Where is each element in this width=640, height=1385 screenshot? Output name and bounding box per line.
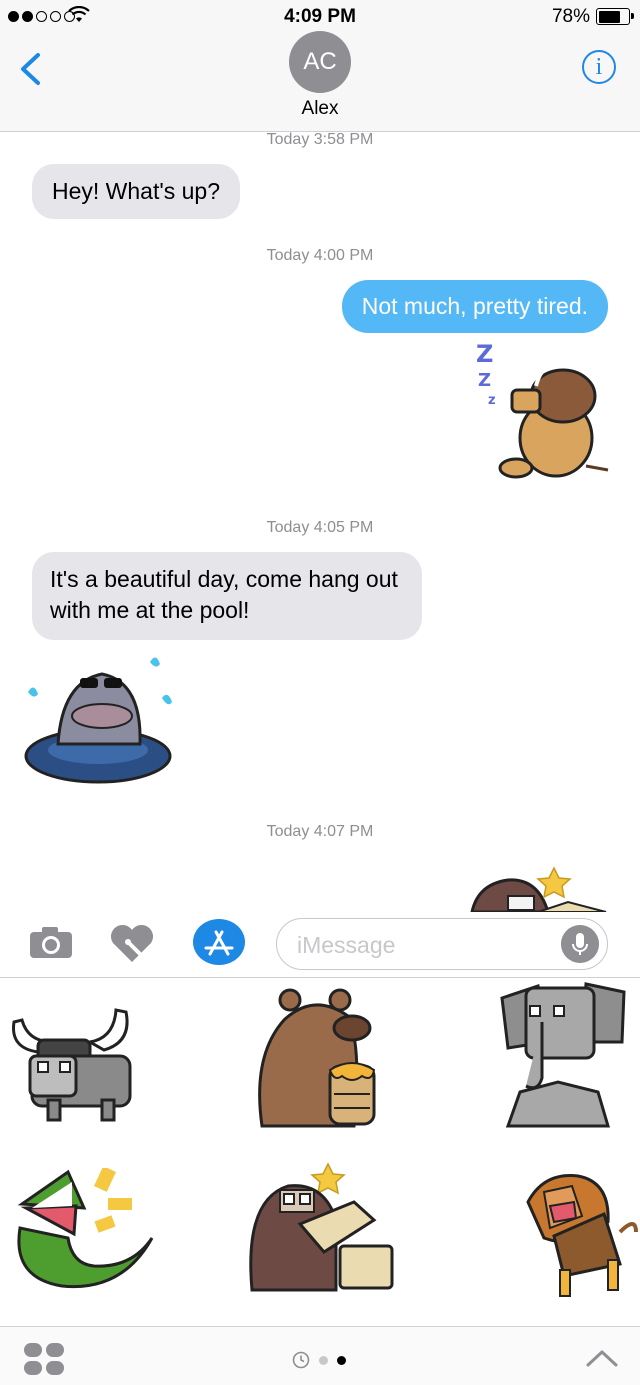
app-grid-icon[interactable] <box>24 1343 66 1375</box>
message-input-placeholder: iMessage <box>297 932 396 958</box>
recents-clock-icon[interactable] <box>292 1351 310 1369</box>
gorilla-sticker[interactable] <box>244 1160 394 1295</box>
page-dot[interactable] <box>319 1355 328 1365</box>
svg-text:Z: Z <box>476 340 493 368</box>
timestamp: Today 4:00 PM <box>266 247 374 264</box>
app-store-icon[interactable] <box>192 918 246 966</box>
info-icon[interactable]: i <box>582 50 616 84</box>
incoming-message[interactable]: Hey! What's up? <box>32 164 241 219</box>
outgoing-message[interactable]: Not much, pretty tired. <box>341 280 608 333</box>
svg-text:z: z <box>488 393 496 408</box>
compose-toolbar: iMessage <box>0 912 640 978</box>
expand-chevron-up-icon[interactable] <box>586 1349 618 1367</box>
incoming-message[interactable]: It's a beautiful day, come hang out with… <box>32 552 422 640</box>
status-time: 4:09 PM <box>284 6 356 27</box>
timestamp: Today 4:07 PM <box>266 823 374 840</box>
status-bar: 4:09 PM 78% <box>0 0 640 34</box>
camera-icon[interactable] <box>28 924 74 960</box>
digital-touch-heart-icon[interactable] <box>108 922 156 964</box>
page-indicator[interactable] <box>292 1351 346 1369</box>
crocodile-sticker[interactable] <box>12 1168 162 1298</box>
page-dot-active[interactable] <box>337 1355 346 1365</box>
elephant-sticker[interactable] <box>498 982 628 1132</box>
back-chevron-icon[interactable] <box>18 52 44 86</box>
microphone-icon[interactable] <box>561 925 599 963</box>
message-line: with me at the pool! <box>50 597 250 623</box>
buffalo-sticker[interactable] <box>8 1000 133 1130</box>
contact-name[interactable]: Alex <box>0 98 640 120</box>
hippo-pool-sticker[interactable] <box>22 652 177 787</box>
app-drawer-bar <box>0 1326 640 1385</box>
boar-sleeping-sticker[interactable]: Z Z z <box>468 338 618 488</box>
lion-sticker[interactable] <box>524 1172 640 1302</box>
timestamp: Today 3:58 PM <box>266 131 374 148</box>
battery-percentage: 78% <box>551 6 590 27</box>
message-input[interactable]: iMessage <box>276 918 608 970</box>
svg-text:Z: Z <box>478 370 491 391</box>
battery-icon <box>596 8 634 25</box>
conversation-header: AC Alex i <box>0 31 640 132</box>
sticker-drawer <box>0 978 640 1326</box>
gorilla-sticker-partial[interactable] <box>468 866 613 912</box>
bear-honey-sticker[interactable] <box>244 986 392 1131</box>
contact-avatar[interactable]: AC <box>289 31 351 93</box>
message-line: It's a beautiful day, come hang out <box>50 566 398 592</box>
timestamp: Today 4:05 PM <box>266 519 374 536</box>
